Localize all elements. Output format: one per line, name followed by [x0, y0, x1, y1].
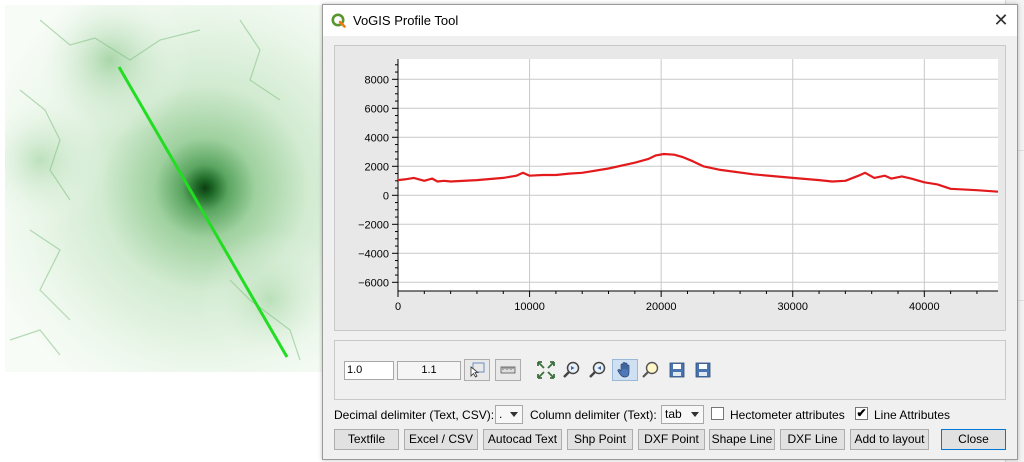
chevron-down-icon	[691, 412, 699, 417]
x-tick-label: 40000	[909, 301, 940, 313]
decimal-delimiter-value: .	[499, 407, 503, 421]
close-window-button[interactable]: ✕	[987, 7, 1015, 34]
hectometer-label: Hectometer attributes	[730, 408, 845, 422]
column-delimiter-select[interactable]: tab	[661, 405, 704, 424]
plot-area	[398, 59, 998, 291]
elevation-raster	[5, 5, 322, 372]
profile-plot-panel: −6000 −4000 −2000 0 2000 4000 6000 8000 0 10000 20…	[334, 45, 1006, 331]
decimal-delimiter-select[interactable]: .	[495, 405, 523, 424]
map-canvas[interactable]	[0, 0, 322, 462]
y-tick-label: 8000	[365, 74, 389, 86]
decimal-delimiter-label: Decimal delimiter (Text, CSV):	[334, 408, 495, 422]
zoom-full-button[interactable]	[533, 359, 559, 381]
excel-csv-button[interactable]: Excel / CSV	[404, 429, 478, 450]
dxf-point-button[interactable]: DXF Point	[638, 429, 705, 450]
window-title: VoGIS Profile Tool	[353, 13, 459, 28]
y-tick-label: 2000	[365, 161, 389, 173]
line-attributes-label: Line Attributes	[874, 408, 951, 422]
dxf-line-button[interactable]: DXF Line	[780, 429, 845, 450]
zoom-tool-icon	[642, 361, 659, 378]
zoom-out-icon	[589, 361, 606, 378]
title-bar[interactable]: VoGIS Profile Tool ✕	[323, 5, 1017, 36]
zoom-full-icon	[537, 361, 555, 379]
export-buttons-row: Textfile Excel / CSV Autocad Text Shp Po…	[334, 429, 1014, 451]
select-feature-icon	[470, 362, 485, 378]
shape-line-button[interactable]: Shape Line	[709, 429, 775, 450]
x-tick-label: 20000	[646, 301, 677, 313]
add-to-layout-button[interactable]: Add to layout	[850, 429, 929, 450]
select-feature-button[interactable]	[464, 359, 490, 381]
line-attributes-checkbox[interactable]: ✔	[855, 407, 868, 420]
y-tick-label: −6000	[358, 277, 389, 289]
shp-point-button[interactable]: Shp Point	[567, 429, 633, 450]
y-tick-label: 4000	[365, 132, 389, 144]
zoom-in-icon	[563, 361, 580, 378]
chevron-down-icon	[510, 412, 518, 417]
zoom-tool-button[interactable]	[638, 359, 664, 381]
pan-button[interactable]	[612, 359, 638, 381]
zoom-in-button[interactable]	[559, 359, 585, 381]
autocad-text-button[interactable]: Autocad Text	[483, 429, 562, 450]
profile-tool-dialog: VoGIS Profile Tool ✕ −6000 −4000 −2000 0 200…	[322, 4, 1018, 460]
x-tick-label: 30000	[777, 301, 808, 313]
qgis-q-icon	[331, 13, 346, 28]
profile-chart[interactable]: −6000 −4000 −2000 0 2000 4000 6000 8000 0 10000 20…	[335, 46, 1005, 330]
plot-toolbar: 1.0 1.1	[334, 340, 1006, 400]
close-button[interactable]: Close	[941, 429, 1006, 450]
x-tick-label: 0	[395, 301, 401, 313]
y-tick-label: −4000	[358, 248, 389, 260]
measure-button[interactable]	[495, 359, 521, 381]
save-icon	[669, 362, 685, 378]
zoom-out-button[interactable]	[585, 359, 611, 381]
export-options-row: Decimal delimiter (Text, CSV): . Column …	[334, 405, 1014, 425]
save-as-icon	[695, 362, 711, 378]
column-delimiter-label: Column delimiter (Text):	[530, 408, 657, 422]
save-button[interactable]	[664, 359, 690, 381]
y-tick-label: 6000	[365, 103, 389, 115]
hectometer-checkbox[interactable]	[711, 407, 724, 420]
value-b-input[interactable]: 1.1	[397, 361, 461, 380]
value-a-input[interactable]: 1.0	[344, 361, 394, 380]
x-tick-label: 10000	[514, 301, 545, 313]
measure-icon	[500, 366, 516, 374]
textfile-button[interactable]: Textfile	[334, 429, 399, 450]
y-tick-label: 0	[383, 190, 389, 202]
pan-icon	[617, 362, 630, 378]
save-as-button[interactable]	[690, 359, 716, 381]
column-delimiter-value: tab	[665, 407, 682, 421]
y-tick-label: −2000	[358, 219, 389, 231]
